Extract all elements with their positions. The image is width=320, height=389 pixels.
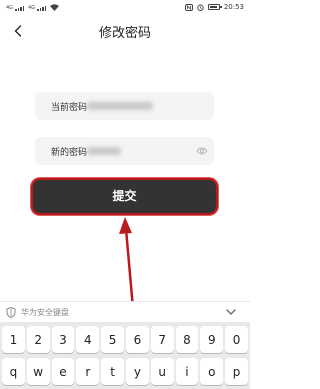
keyboard-header: 华为安全键盘 bbox=[0, 301, 250, 322]
key-5[interactable]: 5 bbox=[101, 326, 124, 353]
key-3[interactable]: 3 bbox=[51, 326, 75, 353]
key-1[interactable]: 1 bbox=[2, 326, 25, 353]
key-u[interactable]: u bbox=[150, 358, 174, 385]
current-password-label: 当前密码 bbox=[51, 103, 88, 113]
status-bar: 4G 4G 20:53 bbox=[0, 0, 250, 18]
secure-keyboard: 1 2 3 4 5 6 7 8 9 0 q w e r t y u i o p bbox=[0, 322, 250, 389]
nav-bar: 修改密码 bbox=[0, 18, 250, 44]
shield-icon bbox=[6, 307, 16, 318]
key-e[interactable]: e bbox=[51, 358, 75, 385]
battery-icon bbox=[207, 4, 222, 10]
current-password-field[interactable]: 当前密码 bbox=[35, 92, 214, 120]
chevron-down-icon[interactable] bbox=[224, 307, 238, 317]
page-title: 修改密码 bbox=[98, 26, 151, 41]
clock-time: 20:53 bbox=[223, 3, 244, 11]
key-r[interactable]: r bbox=[76, 358, 100, 385]
sim2-network-type: 4G bbox=[28, 5, 36, 11]
status-right: 20:53 bbox=[184, 3, 244, 11]
key-i[interactable]: i bbox=[175, 358, 199, 385]
signal-indicators: 4G 4G bbox=[6, 4, 60, 11]
key-t[interactable]: t bbox=[101, 358, 124, 385]
keyboard-number-row: 1 2 3 4 5 6 7 8 9 0 bbox=[2, 326, 248, 353]
key-q[interactable]: q bbox=[2, 358, 25, 385]
key-o[interactable]: o bbox=[200, 358, 224, 385]
key-9[interactable]: 9 bbox=[200, 326, 224, 353]
key-2[interactable]: 2 bbox=[26, 326, 50, 353]
signal-strength-icon bbox=[37, 6, 47, 11]
new-password-field[interactable]: 新的密码 bbox=[35, 137, 214, 165]
signal-strength-icon bbox=[15, 6, 25, 11]
nfc-icon bbox=[184, 3, 193, 11]
key-p[interactable]: p bbox=[225, 358, 248, 385]
key-6[interactable]: 6 bbox=[125, 326, 149, 353]
current-password-value[interactable] bbox=[87, 102, 153, 110]
key-y[interactable]: y bbox=[125, 358, 149, 385]
key-4[interactable]: 4 bbox=[76, 326, 100, 353]
submit-button[interactable]: 提交 bbox=[33, 180, 216, 213]
eye-icon[interactable] bbox=[196, 146, 208, 156]
key-7[interactable]: 7 bbox=[150, 326, 174, 353]
key-8[interactable]: 8 bbox=[175, 326, 199, 353]
sim1-network-type: 4G bbox=[6, 5, 14, 11]
new-password-value[interactable] bbox=[87, 147, 121, 155]
secure-keyboard-label: 华为安全键盘 bbox=[21, 308, 69, 317]
alarm-icon bbox=[197, 4, 204, 11]
new-password-label: 新的密码 bbox=[51, 148, 88, 158]
keyboard-letter-row: q w e r t y u i o p bbox=[2, 358, 248, 385]
key-w[interactable]: w bbox=[26, 358, 50, 385]
key-0[interactable]: 0 bbox=[225, 326, 248, 353]
wifi-icon bbox=[50, 4, 60, 11]
